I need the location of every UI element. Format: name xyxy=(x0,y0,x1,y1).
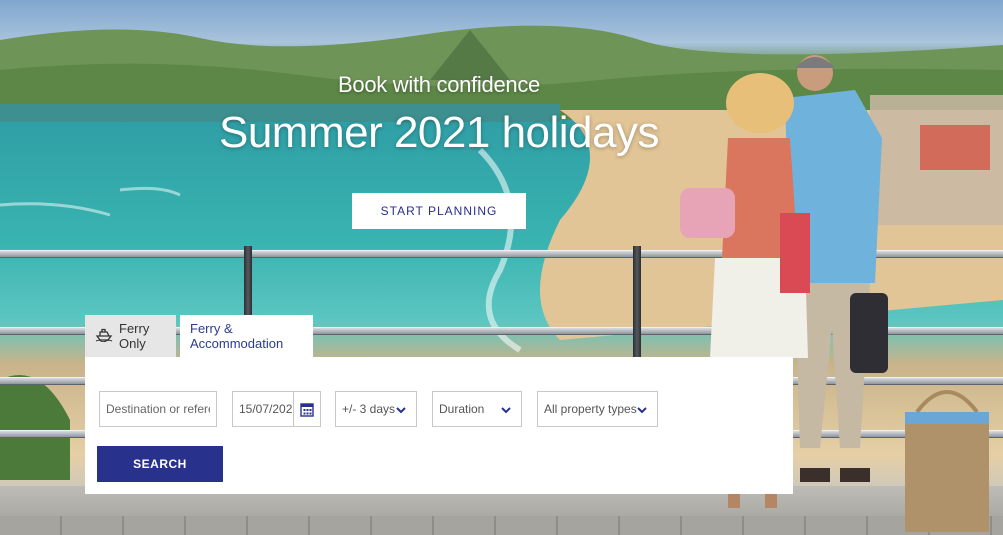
hero-subtitle: Book with confidence xyxy=(338,72,540,97)
search-panel: 15/07/2021 +/- 3 days Duration All pr xyxy=(85,357,793,494)
destination-input[interactable] xyxy=(106,402,210,416)
flexibility-value: +/- 3 days xyxy=(342,402,396,416)
ferry-icon xyxy=(95,328,113,345)
tab-ferry-only[interactable]: Ferry Only xyxy=(85,315,176,357)
calendar-button[interactable] xyxy=(293,391,321,427)
search-button[interactable]: SEARCH xyxy=(97,446,223,482)
hero-title: Summer 2021 holidays xyxy=(218,108,660,157)
calendar-icon xyxy=(300,402,314,417)
property-type-value: All property types xyxy=(544,402,637,416)
basket-illustration xyxy=(905,390,989,532)
chevron-down-icon xyxy=(501,407,511,414)
tab-ferry-accommodation-label: Ferry & Accommodation xyxy=(190,321,284,351)
chevron-down-icon xyxy=(637,407,647,414)
duration-select[interactable]: Duration xyxy=(432,391,522,427)
destination-field[interactable] xyxy=(99,391,217,427)
date-value: 15/07/2021 xyxy=(239,402,300,416)
tab-ferry-only-label: Ferry Only xyxy=(119,321,150,351)
property-type-select[interactable]: All property types xyxy=(537,391,658,427)
chevron-down-icon xyxy=(396,407,406,414)
start-planning-button[interactable]: START PLANNING xyxy=(352,193,526,229)
tab-ferry-accommodation[interactable]: Ferry & Accommodation xyxy=(180,315,313,357)
date-field[interactable]: 15/07/2021 xyxy=(232,391,321,427)
duration-value: Duration xyxy=(439,402,485,416)
flexibility-select[interactable]: +/- 3 days xyxy=(335,391,417,427)
